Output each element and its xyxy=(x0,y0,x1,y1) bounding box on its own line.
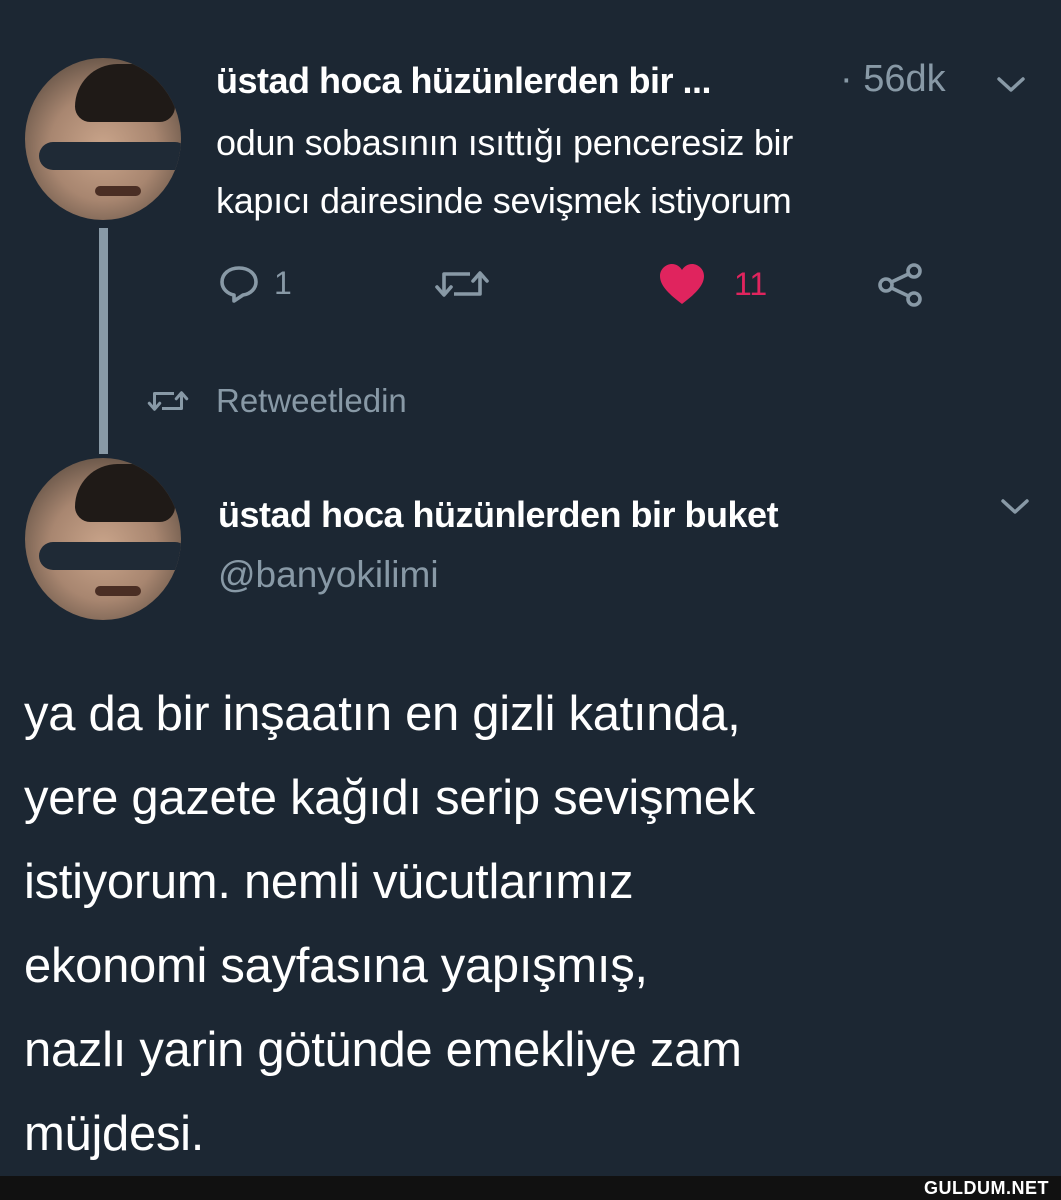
chevron-down-icon[interactable] xyxy=(1000,498,1030,516)
tweet2-text-line: müjdesi. xyxy=(24,1107,205,1161)
tweet2-text-line: yere gazete kağıdı serip sevişmek xyxy=(24,771,755,825)
tweet1-text-line: kapıcı dairesinde sevişmek istiyorum xyxy=(216,180,792,221)
tweet2-text: ya da bir inşaatın en gizli katında, yer… xyxy=(24,672,1044,1176)
tweet1-display-name[interactable]: üstad hoca hüzünlerden bir ... xyxy=(216,60,712,102)
like-button[interactable]: 11 xyxy=(658,262,767,306)
avatar-hair xyxy=(75,64,175,122)
avatar-censor-bar xyxy=(39,142,181,170)
tweet2-text-line: istiyorum. nemli vücutlarımız xyxy=(24,855,634,909)
share-button[interactable] xyxy=(876,262,924,308)
avatar-hair xyxy=(75,464,175,522)
tweet2-handle[interactable]: @banyokilimi xyxy=(218,554,439,596)
reply-icon xyxy=(218,262,260,304)
heart-icon xyxy=(658,262,706,306)
avatar-tweet1[interactable] xyxy=(25,58,181,220)
retweet-context[interactable]: Retweetledin xyxy=(146,382,407,420)
avatar-tweet2[interactable] xyxy=(25,458,181,620)
retweet-button[interactable] xyxy=(434,264,490,304)
reply-count: 1 xyxy=(274,264,292,301)
tweet2-display-name[interactable]: üstad hoca hüzünlerden bir buket xyxy=(218,494,779,536)
retweet-icon xyxy=(146,386,190,416)
reply-button[interactable]: 1 xyxy=(218,262,292,304)
chevron-down-icon[interactable] xyxy=(996,76,1026,94)
tweet1-text-line: odun sobasının ısıttığı penceresiz bir xyxy=(216,122,793,163)
like-count: 11 xyxy=(734,265,768,302)
tweet2-text-line: ekonomi sayfasına yapışmış, xyxy=(24,939,648,993)
retweet-context-label: Retweetledin xyxy=(216,382,407,419)
tweet1-time[interactable]: · 56dk xyxy=(840,58,946,101)
footer-bar xyxy=(0,1176,1061,1200)
tweet2-text-line: ya da bir inşaatın en gizli katında, xyxy=(24,687,741,741)
tweet2-text-line: nazlı yarin götünde emekliye zam xyxy=(24,1023,742,1077)
share-icon xyxy=(876,262,924,308)
avatar-mustache xyxy=(95,186,141,196)
retweet-icon xyxy=(434,264,490,304)
thread-line xyxy=(99,228,108,454)
avatar-mustache xyxy=(95,586,141,596)
avatar-censor-bar xyxy=(39,542,181,570)
watermark: GULDUM.NET xyxy=(924,1178,1049,1198)
tweet1-text: odun sobasının ısıttığı penceresiz bir k… xyxy=(216,114,1016,230)
